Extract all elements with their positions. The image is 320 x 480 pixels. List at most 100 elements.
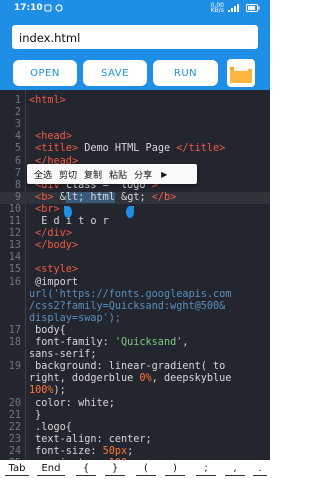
code-line[interactable]: sans-serif; [0, 349, 270, 361]
menu-cut[interactable]: 剪切 [59, 168, 77, 181]
code-text: /css2?family=Quicksand:wght@500& [29, 300, 226, 312]
line-number: 9 [14, 191, 21, 203]
code-line[interactable]: 19 background: linear-gradient( to [0, 361, 270, 373]
code-text: text-align: center; [29, 433, 152, 445]
code-editor[interactable]: 1 <html> 2 3 4 <head> 5 <title> Demo HTML Pag… [0, 90, 270, 460]
menu-paste[interactable]: 粘贴 [109, 168, 127, 181]
code-line[interactable]: display=swap'); [0, 313, 270, 325]
line-number: 17 [8, 324, 21, 336]
menu-share[interactable]: 分享 [134, 168, 152, 181]
filename-field[interactable]: index.html [12, 25, 258, 49]
code-text: background: linear-gradient( to [29, 361, 226, 373]
code-text: .logo{ [29, 421, 72, 433]
key-semicolon[interactable]: ; [196, 463, 216, 476]
line-number: 7 [14, 167, 21, 179]
text-selection-menu: 全选 剪切 复制 粘贴 分享 ▶ [27, 164, 197, 184]
code-line[interactable]: 9 <b> &lt; html &gt; </b> [0, 191, 270, 204]
code-line[interactable]: 24 font-size: 50px; [0, 446, 270, 458]
code-text: <head> [35, 131, 72, 143]
menu-copy[interactable]: 复制 [84, 168, 102, 181]
code-line[interactable]: url('https://fonts.googleapis.com [0, 289, 270, 301]
notification-icon [44, 4, 52, 12]
code-line[interactable]: 18 font-family: 'Quicksand', [0, 337, 270, 349]
code-line[interactable]: 23 text-align: center; [0, 434, 270, 446]
line-number: 20 [8, 397, 21, 409]
code-line[interactable]: /css2?family=Quicksand:wght@500& [0, 301, 270, 313]
key-close-paren[interactable]: ) [165, 463, 185, 476]
code-line[interactable]: 5 <title> Demo HTML Page </title> [0, 143, 270, 155]
code-text: sans-serif; [29, 349, 97, 361]
code-text: @import [29, 276, 79, 288]
code-line[interactable]: 4 <head> [0, 131, 270, 143]
code-line[interactable]: 16 @import [0, 277, 270, 289]
code-text: <br> [35, 203, 60, 215]
line-number: 1 [14, 95, 21, 106]
line-number: 5 [14, 143, 21, 155]
code-text: font-family: 'Quicksand', [29, 337, 189, 348]
key-period[interactable]: . [253, 463, 267, 476]
key-open-paren[interactable]: ( [136, 463, 156, 476]
code-text: color: white; [29, 397, 115, 409]
code-line[interactable]: 3 [0, 119, 270, 131]
line-number: 6 [14, 155, 21, 167]
line-number: 18 [8, 337, 21, 348]
line-number: 10 [8, 203, 21, 215]
code-line[interactable]: 14 [0, 252, 270, 264]
signal-icon [228, 4, 239, 12]
battery-icon [246, 4, 260, 12]
code-text: display=swap'); [29, 312, 122, 324]
code-line[interactable]: 20 color: white; [0, 398, 270, 410]
menu-select-all[interactable]: 全选 [34, 168, 52, 181]
code-text: } [29, 409, 42, 421]
key-close-brace[interactable]: } [105, 463, 125, 476]
line-number: 16 [8, 276, 21, 288]
line-number: 19 [8, 361, 21, 373]
code-line[interactable]: 21 } [0, 410, 270, 422]
code-line[interactable]: 100%); [0, 385, 270, 397]
key-open-brace[interactable]: { [76, 463, 96, 476]
code-text: body{ [29, 324, 66, 336]
code-line[interactable]: 13 </body> [0, 240, 270, 252]
code-line[interactable]: 12 </div> [0, 228, 270, 240]
line-number: 11 [8, 216, 21, 227]
code-text: <html> [29, 95, 66, 106]
run-button[interactable]: RUN [153, 60, 218, 86]
line-number: 4 [14, 131, 21, 143]
code-text: </body> [35, 240, 79, 252]
line-number: 2 [14, 107, 21, 119]
settings-icon [55, 4, 63, 12]
code-line[interactable]: 10 <br> [0, 204, 270, 216]
line-number: 14 [8, 252, 21, 264]
folder-icon[interactable] [226, 58, 256, 88]
status-right: 0.00 KB/s [210, 2, 260, 14]
line-number: 12 [8, 228, 21, 240]
key-end[interactable]: End [37, 463, 65, 476]
code-line[interactable]: 22 .logo{ [0, 422, 270, 434]
status-bar: 17:10 0.00 KB/s [0, 0, 270, 18]
code-text: <style> [35, 264, 79, 276]
selection-start-handle[interactable] [64, 206, 72, 218]
line-number: 21 [8, 409, 21, 421]
code-text: font-size: 50px; [29, 445, 134, 457]
status-time: 17:10 [14, 3, 43, 13]
open-button[interactable]: OPEN [13, 60, 77, 86]
code-line[interactable]: 17 body{ [0, 325, 270, 337]
save-button[interactable]: SAVE [83, 60, 147, 86]
code-text: <title> Demo HTML Page </title> [35, 143, 226, 155]
line-number: 8 [14, 179, 21, 191]
line-number: 3 [14, 119, 21, 131]
line-number: 13 [8, 240, 21, 252]
selection-end-handle[interactable] [126, 206, 134, 218]
menu-more-arrow[interactable]: ▶ [161, 170, 167, 179]
code-line[interactable]: 1 <html> [0, 95, 270, 107]
code-line[interactable]: 15 <style> [0, 264, 270, 276]
code-text: <b> &lt; html &gt; </b> [35, 191, 177, 203]
code-line[interactable]: 2 [0, 107, 270, 119]
network-speed: 0.00 KB/s [210, 2, 224, 14]
line-number: 24 [8, 445, 21, 457]
key-comma[interactable]: , [225, 463, 245, 476]
code-line[interactable]: 11 E d i t o r [0, 216, 270, 228]
code-line[interactable]: right, dodgerblue 0%, deepskyblue [0, 373, 270, 385]
key-tab[interactable]: Tab [5, 463, 29, 476]
code-text: right, dodgerblue 0%, deepskyblue [29, 373, 232, 385]
